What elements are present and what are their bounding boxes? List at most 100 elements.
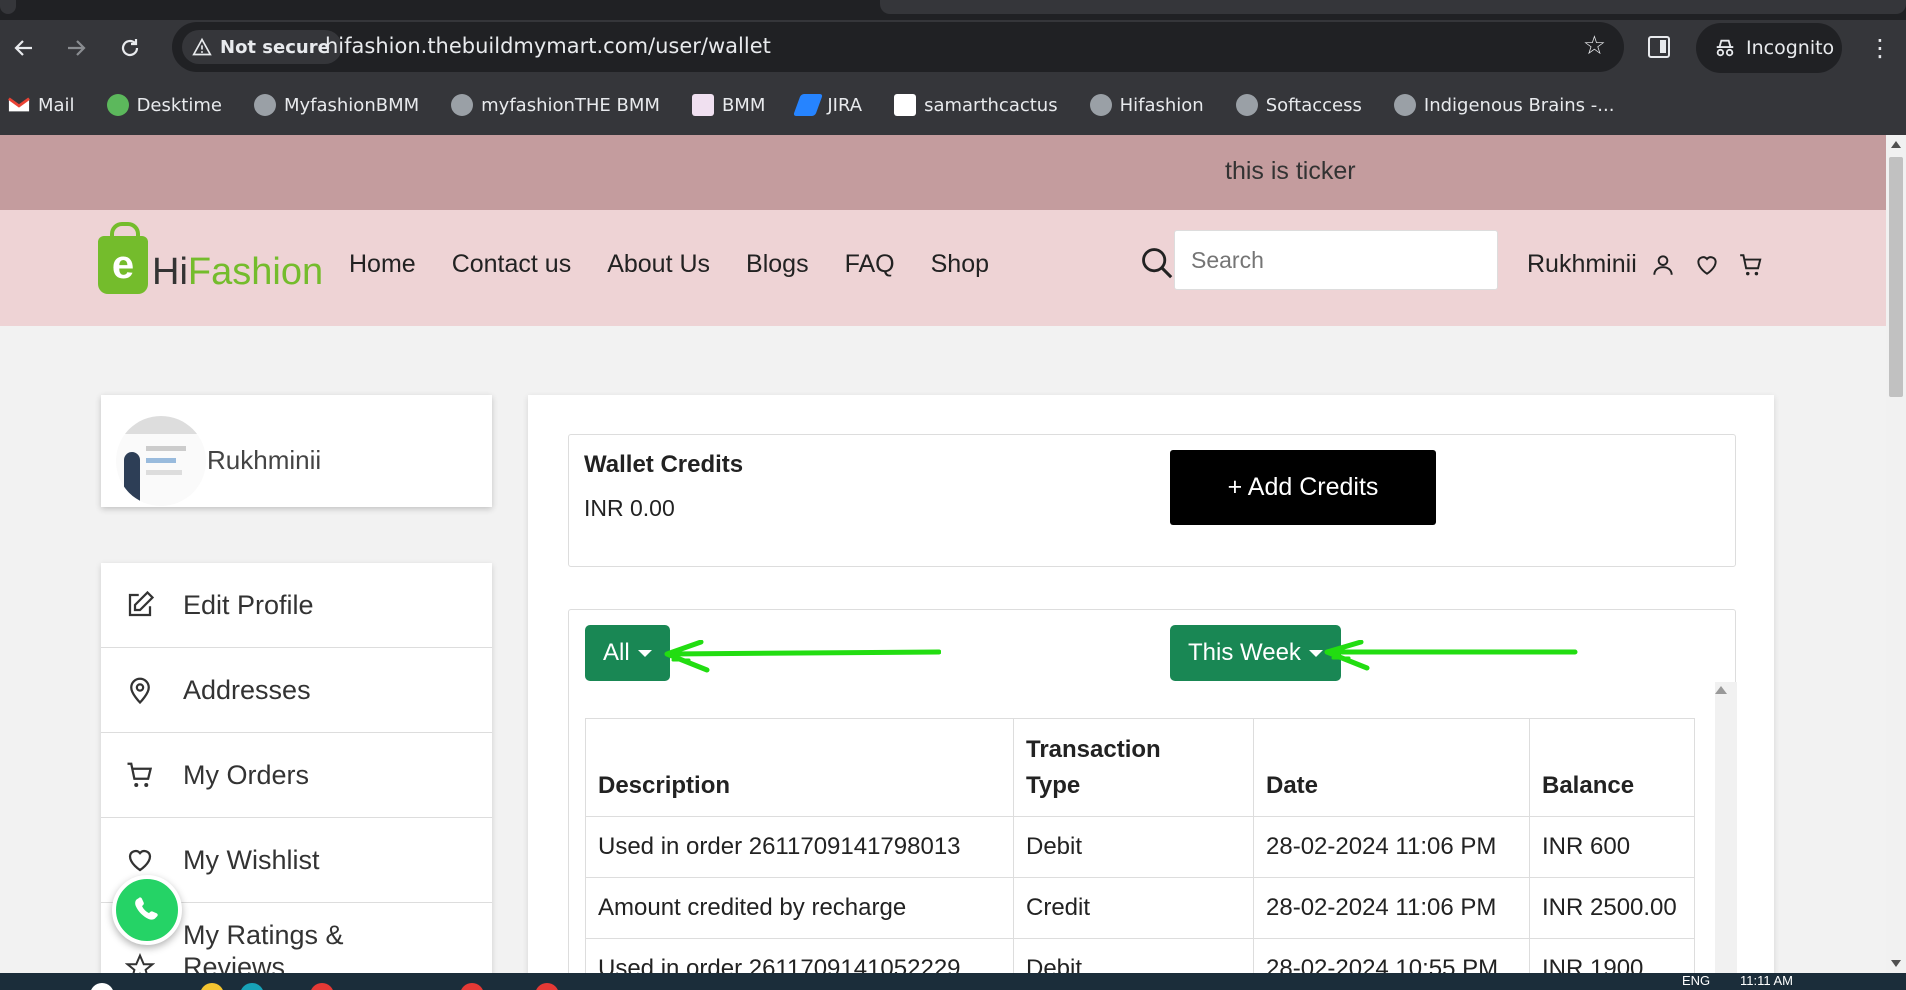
table-row: Used in order 2611709141798013 Debit 28-…	[585, 816, 1695, 878]
wallet-panel: Wallet Credits INR 0.00 + Add Credits Al…	[528, 395, 1774, 973]
add-credits-button[interactable]: + Add Credits	[1170, 450, 1436, 525]
arrow-right-icon	[68, 40, 86, 56]
search-input[interactable]	[1174, 230, 1498, 290]
sidebar-item-label: Edit Profile	[183, 589, 314, 620]
page-scrollbar[interactable]	[1886, 135, 1906, 973]
cell-description: Used in order 2611709141798013	[585, 816, 1014, 878]
warning-icon	[192, 37, 212, 56]
scrollbar-thumb[interactable]	[1889, 157, 1903, 397]
column-header-description: Description	[585, 718, 1014, 817]
wallet-summary-card: Wallet Credits INR 0.00 + Add Credits	[568, 434, 1736, 567]
cell-date: 28-02-2024 11:06 PM	[1253, 877, 1530, 939]
web-page: this is ticker e Hi Fashion Home Contact …	[0, 135, 1886, 973]
nav-contact-us[interactable]: Contact us	[452, 250, 572, 279]
side-panel-icon[interactable]	[1648, 36, 1670, 58]
transactions-scroll-area[interactable]: Description Transaction Type Date Balance…	[585, 682, 1737, 973]
star-icon	[125, 953, 155, 973]
cactus-icon	[894, 94, 917, 116]
scroll-down-icon[interactable]	[1891, 960, 1901, 967]
bookmark-item[interactable]: Desktime	[106, 94, 222, 116]
scroll-up-icon[interactable]	[1715, 686, 1727, 694]
incognito-badge[interactable]: Incognito	[1696, 23, 1842, 73]
bookmark-item[interactable]: Softaccess	[1235, 94, 1362, 116]
sidebar-item-my-orders[interactable]: My Orders	[101, 733, 492, 818]
os-taskbar: ENG 11:11 AM	[0, 973, 1906, 990]
clock[interactable]: 11:11 AM	[1740, 973, 1793, 988]
nav-blogs[interactable]: Blogs	[746, 250, 809, 279]
bookmark-item[interactable]: samarthcactus	[894, 94, 1058, 116]
nav-faq[interactable]: FAQ	[845, 250, 895, 279]
url-text[interactable]: hifashion.thebuildmymart.com/user/wallet	[325, 34, 771, 58]
bookmark-item[interactable]: Mail	[8, 95, 75, 116]
browser-tab[interactable]	[880, 0, 1906, 14]
bookmark-label: Desktime	[136, 94, 222, 116]
ticker-text: this is ticker	[1225, 157, 1356, 185]
sidebar-item-addresses[interactable]: Addresses	[101, 648, 492, 733]
cell-description: Amount credited by recharge	[585, 877, 1014, 939]
app-icon[interactable]	[240, 983, 264, 990]
caret-down-icon	[637, 649, 652, 657]
bookmark-label: Hifashion	[1119, 94, 1204, 116]
browser-tab-edge[interactable]	[0, 0, 16, 14]
bookmark-item[interactable]: JIRA	[793, 94, 862, 116]
jira-icon	[793, 94, 824, 116]
bookmark-item[interactable]: MyfashionBMM	[253, 94, 419, 116]
search-icon[interactable]	[90, 983, 114, 990]
cell-type: Debit	[1013, 816, 1254, 878]
annotation-arrow-icon	[1324, 640, 1578, 671]
chrome-icon[interactable]	[310, 983, 334, 990]
user-icon[interactable]	[1650, 252, 1676, 278]
bookmark-item[interactable]: Indigenous Brains -...	[1393, 94, 1615, 116]
cart-icon[interactable]	[1738, 252, 1764, 278]
app-icon[interactable]	[460, 983, 484, 990]
avatar[interactable]	[116, 416, 206, 506]
header-username[interactable]: Rukhminii	[1527, 250, 1637, 279]
bookmark-item[interactable]: Hifashion	[1089, 94, 1204, 116]
time-period-dropdown[interactable]: This Week	[1170, 625, 1341, 681]
nav-home[interactable]: Home	[349, 250, 416, 279]
security-chip[interactable]: Not secure	[182, 30, 342, 64]
logo-text-hi: Hi	[152, 251, 188, 293]
table-row: Amount credited by recharge Credit 28-02…	[585, 877, 1695, 939]
nav-shop[interactable]: Shop	[931, 250, 989, 279]
back-button[interactable]	[6, 30, 42, 66]
table-scrollbar[interactable]	[1715, 682, 1737, 973]
cell-description: Used in order 2611709141052229	[585, 938, 1014, 973]
cell-type: Debit	[1013, 938, 1254, 973]
bookmark-item[interactable]: BMM	[691, 94, 766, 116]
bookmark-item[interactable]: myfashionTHE BMM	[451, 94, 660, 116]
nav-about-us[interactable]: About Us	[607, 250, 710, 279]
table-header-row: Description Transaction Type Date Balance	[585, 718, 1695, 817]
profile-name: Rukhminii	[207, 445, 322, 475]
sidebar-item-edit-profile[interactable]: Edit Profile	[101, 563, 492, 648]
app-icon[interactable]	[535, 983, 559, 990]
site-logo[interactable]: e Hi Fashion	[98, 222, 323, 294]
search-icon[interactable]	[1140, 246, 1174, 280]
globe-icon	[1235, 94, 1258, 116]
transactions-card: All This Week Description Transaction Ty…	[568, 609, 1737, 973]
browser-toolbar: Not secure hifashion.thebuildmymart.com/…	[0, 20, 1906, 75]
bookmark-star-icon[interactable]: ☆	[1583, 31, 1606, 61]
column-header-balance: Balance	[1529, 718, 1695, 817]
address-bar[interactable]: Not secure hifashion.thebuildmymart.com/…	[172, 22, 1624, 72]
globe-icon	[451, 94, 474, 116]
column-header-date: Date	[1253, 718, 1530, 817]
cell-date: 28-02-2024 11:06 PM	[1253, 816, 1530, 878]
browser-menu-icon[interactable]: ⋮	[1868, 34, 1892, 62]
transaction-type-dropdown[interactable]: All	[585, 625, 670, 681]
incognito-label: Incognito	[1746, 37, 1835, 59]
language-indicator[interactable]: ENG	[1682, 973, 1710, 988]
shopping-bag-logo-icon: e	[98, 222, 148, 294]
reload-button[interactable]	[112, 30, 148, 66]
incognito-icon	[1716, 39, 1734, 57]
forward-button[interactable]	[58, 30, 94, 66]
app-icon[interactable]	[200, 983, 224, 990]
bookmark-label: myfashionTHE BMM	[481, 94, 660, 116]
sidebar-item-label: My Wishlist	[183, 844, 320, 875]
bookmark-label: Indigenous Brains -...	[1423, 94, 1615, 116]
bookmark-label: BMM	[721, 94, 766, 116]
header-line: Transaction	[1026, 736, 1161, 763]
scroll-up-icon[interactable]	[1891, 141, 1901, 148]
heart-icon[interactable]	[1694, 252, 1720, 278]
whatsapp-chat-button[interactable]	[112, 875, 182, 945]
